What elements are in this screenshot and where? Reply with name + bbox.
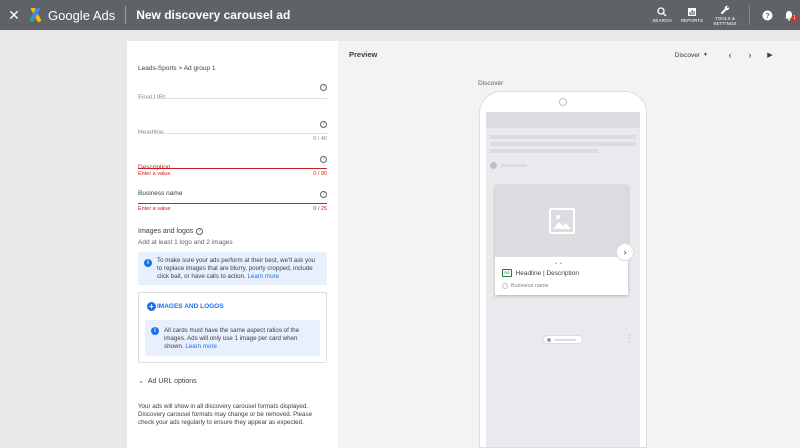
- headline-help-icon[interactable]: ?: [320, 121, 327, 128]
- title-divider: [125, 6, 127, 24]
- description-underline: [138, 168, 327, 169]
- business-name-underline: [138, 203, 327, 204]
- search-icon: [657, 7, 667, 17]
- carousel-pager: • •: [555, 261, 563, 267]
- more-options-icon[interactable]: · · ·: [628, 332, 631, 346]
- carousel-formats-note: Your ads will show in all discovery caro…: [138, 403, 313, 426]
- phone-camera: [559, 98, 567, 106]
- image-quality-info-message: To make sure your ads perform at their b…: [157, 257, 315, 280]
- image-quality-learn-more-link[interactable]: Learn more: [247, 273, 279, 280]
- next-icon[interactable]: ›: [740, 50, 760, 60]
- reports-button[interactable]: REPORTS: [677, 0, 707, 30]
- image-icon-glyph: [552, 215, 571, 229]
- business-name-label: Business name: [138, 190, 183, 197]
- reports-label: REPORTS: [680, 18, 704, 23]
- ad-business-name: Business name: [511, 283, 549, 289]
- preview-title: Preview: [349, 50, 378, 59]
- search-button[interactable]: SEARCH: [647, 0, 677, 30]
- tools-settings-button[interactable]: TOOLS & SETTINGS: [707, 0, 743, 30]
- phone-mockup: • • Ad Headline | Description Business n…: [479, 91, 647, 448]
- pill-bar: [554, 339, 576, 341]
- top-actions: SEARCH REPORTS TOOLS & SETTINGS ? 1: [647, 0, 800, 30]
- headline-field[interactable]: Headline ? 0 / 40: [138, 121, 327, 143]
- ad-badge: Ad: [502, 269, 512, 277]
- top-bar: ✕ Google Ads New discovery carousel ad S…: [0, 0, 800, 30]
- images-logos-help-icon[interactable]: ?: [196, 228, 204, 235]
- pill-dot: [547, 338, 551, 342]
- feed-header-placeholder: [486, 112, 640, 128]
- play-icon[interactable]: ▶: [760, 51, 780, 59]
- preview-panel: Preview Discover ▼ ‹ › ▶ Discover • • Ad…: [338, 41, 800, 448]
- image-icon: [548, 208, 575, 234]
- headline-underline: [138, 133, 327, 134]
- business-name-help-icon[interactable]: ?: [320, 191, 327, 198]
- tools-label: TOOLS & SETTINGS: [713, 15, 737, 26]
- feed-text-placeholder: [490, 149, 598, 153]
- ad-headline-text: Headline | Description: [515, 269, 579, 277]
- notifications-button[interactable]: 1: [778, 10, 800, 22]
- ad-form-panel: Leads-Sports > Ad group 1 Final URL ? He…: [127, 41, 338, 448]
- help-button[interactable]: ?: [756, 10, 778, 21]
- ad-url-options-label: Ad URL options: [147, 377, 197, 385]
- close-icon[interactable]: ✕: [2, 0, 26, 30]
- product-name: Google Ads: [48, 7, 116, 23]
- aspect-ratio-info-text: All cards must have the same aspect rati…: [164, 327, 314, 351]
- description-error: Enter a value: [138, 171, 171, 177]
- business-name-counter: 0 / 25: [313, 206, 327, 212]
- previous-icon[interactable]: ‹: [720, 50, 740, 60]
- aspect-ratio-info-box: i All cards must have the same aspect ra…: [145, 320, 320, 356]
- svg-text:?: ?: [765, 13, 769, 20]
- google-ads-logo[interactable]: Google Ads: [28, 8, 115, 23]
- feed-avatar-placeholder: [490, 162, 497, 169]
- chevron-down-icon: ⌄: [138, 378, 144, 385]
- info-icon: i: [144, 259, 152, 267]
- wrench-icon: [721, 5, 730, 14]
- feed-action-pill: [543, 335, 583, 344]
- image-quality-info-box: i To make sure your ads perform at their…: [138, 252, 327, 285]
- plus-icon: +: [147, 302, 156, 311]
- placement-select[interactable]: Discover ▼: [675, 52, 708, 59]
- image-quality-info-text: To make sure your ads perform at their b…: [157, 257, 321, 281]
- ad-business: Business name: [502, 283, 549, 289]
- search-label: SEARCH: [652, 18, 672, 23]
- business-name-field[interactable]: Business name ? Enter a value 0 / 25: [138, 182, 327, 214]
- phone-screen: • • Ad Headline | Description Business n…: [486, 112, 640, 447]
- description-field[interactable]: Description ? Enter a value 0 / 90: [138, 156, 327, 180]
- aspect-ratio-learn-more-link[interactable]: Learn more: [185, 343, 217, 350]
- feed-text-placeholder: [490, 135, 636, 139]
- images-logos-title: Images and logos ?: [138, 228, 204, 235]
- images-logos-subtitle: Add at least 1 logo and 2 images: [138, 239, 233, 246]
- page-title: New discovery carousel ad: [136, 8, 291, 22]
- add-images-logos-label: IMAGES AND LOGOS: [157, 303, 224, 310]
- notification-badge: 1: [791, 14, 798, 22]
- breadcrumb[interactable]: Leads-Sports > Ad group 1: [138, 65, 216, 72]
- final-url-underline: [138, 98, 327, 99]
- help-icon: ?: [762, 10, 772, 20]
- business-name-error: Enter a value: [138, 206, 171, 212]
- business-logo-icon: [502, 283, 508, 289]
- description-counter: 0 / 90: [313, 171, 327, 177]
- images-logos-title-text: Images and logos: [138, 228, 194, 235]
- description-help-icon[interactable]: ?: [320, 156, 327, 163]
- feed-text-placeholder: [490, 142, 636, 146]
- headline-counter: 0 / 40: [313, 136, 327, 142]
- add-images-logos-button[interactable]: + IMAGES AND LOGOS: [147, 302, 224, 311]
- ad-url-options-toggle[interactable]: ⌄ Ad URL options: [138, 377, 197, 386]
- actions-separator: [749, 5, 750, 25]
- info-icon: i: [151, 327, 159, 335]
- final-url-field[interactable]: Final URL ?: [138, 84, 327, 101]
- google-ads-logo-icon: [29, 8, 41, 22]
- ad-headline: Ad Headline | Description: [502, 269, 579, 277]
- preview-controls: Discover ▼ ‹ › ▶: [675, 50, 780, 60]
- ad-image-placeholder: [495, 185, 628, 257]
- carousel-ad-card[interactable]: • • Ad Headline | Description Business n…: [495, 185, 628, 295]
- device-label: Discover: [478, 80, 504, 87]
- placement-select-value: Discover: [674, 51, 701, 59]
- images-logos-card: + IMAGES AND LOGOS i All cards must have…: [138, 292, 327, 363]
- final-url-help-icon[interactable]: ?: [320, 84, 327, 91]
- reports-icon: [688, 8, 696, 16]
- carousel-next-button[interactable]: ›: [616, 243, 634, 261]
- feed-source-placeholder: [501, 164, 527, 167]
- caret-down-icon: ▼: [703, 52, 708, 58]
